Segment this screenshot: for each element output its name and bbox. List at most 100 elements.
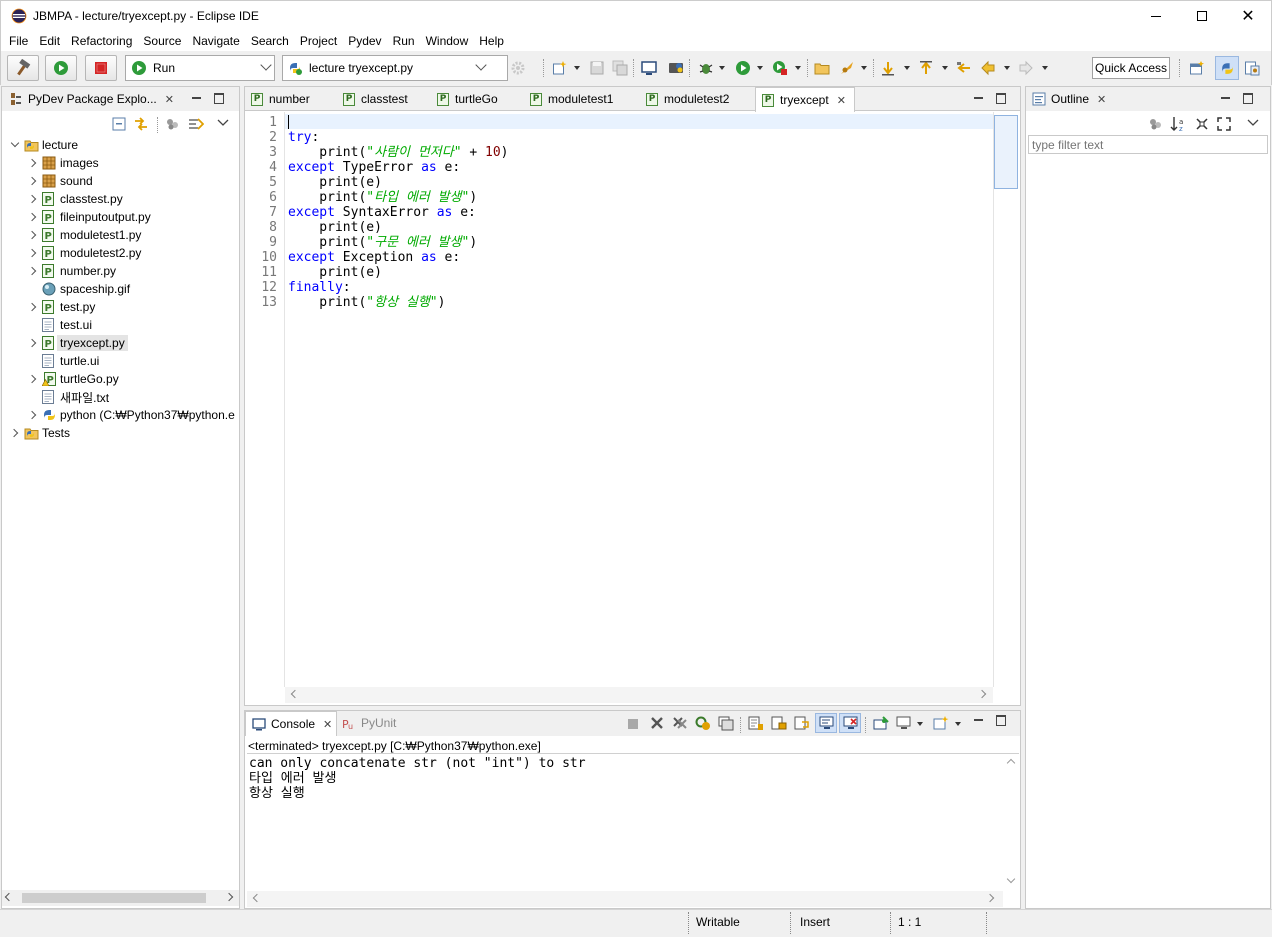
run-icon[interactable] xyxy=(735,60,751,76)
save-all-icon[interactable] xyxy=(612,60,628,76)
tree-item[interactable]: sound xyxy=(42,172,93,190)
quick-access-field[interactable]: Quick Access xyxy=(1092,57,1170,79)
tree-item[interactable]: turtle.ui xyxy=(42,352,99,370)
code-editor[interactable]: try: print("사람이 먼저다" + 10) except TypeErr… xyxy=(287,115,987,685)
menu-file[interactable]: File xyxy=(4,34,33,48)
focus-active-task-icon[interactable] xyxy=(1148,117,1164,131)
scroll-right-icon[interactable] xyxy=(985,893,995,903)
remove-launch-icon[interactable] xyxy=(650,716,664,730)
tab-pyunit[interactable]: Pu PyUnit xyxy=(342,711,396,735)
tree-item[interactable]: python (C:₩Python37₩python.e xyxy=(42,406,235,424)
scroll-lock-icon[interactable] xyxy=(771,716,787,731)
chevron-right-icon[interactable] xyxy=(27,194,37,204)
tree-item[interactable]: Ptryexcept.py xyxy=(42,334,128,352)
tree-item[interactable]: Tests xyxy=(24,424,70,442)
scroll-down-icon[interactable] xyxy=(1006,874,1016,884)
stop-launch-button[interactable] xyxy=(85,55,117,81)
menu-edit[interactable]: Edit xyxy=(34,34,65,48)
maximize-icon[interactable] xyxy=(991,92,1013,106)
maximize-icon[interactable] xyxy=(991,714,1013,728)
scroll-left-icon[interactable] xyxy=(290,689,300,699)
copy-console-icon[interactable] xyxy=(718,716,734,731)
close-icon[interactable]: ✕ xyxy=(165,93,174,106)
view-menu-icon[interactable] xyxy=(217,119,229,127)
tab-tryexcept[interactable]: Ptryexcept ✕ xyxy=(755,87,855,112)
launch-mode-combo[interactable]: Run xyxy=(125,55,275,81)
tab-moduletest2[interactable]: Pmoduletest2 xyxy=(646,87,729,111)
close-icon[interactable]: ✕ xyxy=(323,718,332,731)
open-folder-icon[interactable] xyxy=(814,60,830,76)
scrollbar-thumb[interactable] xyxy=(994,115,1018,189)
minimize-icon[interactable] xyxy=(1216,92,1238,106)
tree-item[interactable]: Pnumber.py xyxy=(42,262,116,280)
chevron-right-icon[interactable] xyxy=(27,176,37,186)
previous-annotation-icon[interactable] xyxy=(918,60,934,76)
chevron-right-icon[interactable] xyxy=(27,158,37,168)
minimize-icon[interactable] xyxy=(969,92,991,106)
display-selected-console-icon[interactable] xyxy=(896,716,912,731)
maximize-window-button[interactable] xyxy=(1179,1,1225,31)
tab-turtlego[interactable]: PturtleGo xyxy=(437,87,498,111)
tree-item[interactable]: Pmoduletest2.py xyxy=(42,244,141,262)
chevron-down-icon[interactable] xyxy=(10,138,20,148)
menu-search[interactable]: Search xyxy=(246,34,294,48)
tree-item[interactable]: 새파일.txt xyxy=(42,388,109,406)
scroll-up-icon[interactable] xyxy=(1006,758,1016,768)
scroll-right-icon[interactable] xyxy=(224,892,234,902)
java-perspective-icon[interactable] xyxy=(1244,60,1260,76)
scrollbar-thumb[interactable] xyxy=(22,893,206,903)
minimize-icon[interactable] xyxy=(969,714,991,728)
console-output[interactable]: can only concatenate str (not "int") to … xyxy=(249,756,999,886)
debug-icon[interactable] xyxy=(698,60,714,76)
chevron-right-icon[interactable] xyxy=(27,266,37,276)
chevron-right-icon[interactable] xyxy=(27,338,37,348)
chevron-right-icon[interactable] xyxy=(27,410,37,420)
chevron-right-icon[interactable] xyxy=(9,428,19,438)
menu-refactoring[interactable]: Refactoring xyxy=(66,34,137,48)
next-annotation-icon[interactable] xyxy=(880,60,896,76)
show-console-on-error-button[interactable] xyxy=(839,713,861,733)
launch-config-combo[interactable]: lecture tryexcept.py xyxy=(282,55,508,81)
chevron-right-icon[interactable] xyxy=(27,248,37,258)
view-menu-icon[interactable] xyxy=(1247,119,1259,127)
menu-navigate[interactable]: Navigate xyxy=(187,34,244,48)
maximize-icon[interactable] xyxy=(209,92,231,106)
tree-item[interactable]: Pfileinputoutput.py xyxy=(42,208,151,226)
pydev-perspective-button[interactable] xyxy=(1215,56,1239,80)
scroll-left-icon[interactable] xyxy=(252,893,262,903)
link-with-editor-icon[interactable] xyxy=(133,117,149,131)
console-horizontal-scrollbar[interactable] xyxy=(247,891,1003,907)
menu-project[interactable]: Project xyxy=(295,34,342,48)
tab-console[interactable]: Console ✕ xyxy=(245,711,337,736)
chevron-right-icon[interactable] xyxy=(27,302,37,312)
open-console-icon[interactable] xyxy=(933,716,949,731)
open-perspective-icon[interactable] xyxy=(1189,60,1205,76)
menu-source[interactable]: Source xyxy=(138,34,186,48)
new-wizard-icon[interactable] xyxy=(552,60,568,76)
sort-alphabetically-icon[interactable]: az xyxy=(1170,116,1188,132)
tree-item[interactable]: PturtleGo.py xyxy=(41,370,119,388)
tree-item[interactable]: Pclasstest.py xyxy=(42,190,123,208)
console-vertical-scrollbar[interactable] xyxy=(1003,754,1019,892)
expand-all-icon[interactable] xyxy=(1217,117,1231,131)
editor-vertical-scrollbar[interactable] xyxy=(993,112,1020,687)
menu-window[interactable]: Window xyxy=(421,34,474,48)
terminal-icon[interactable] xyxy=(641,60,657,76)
relaunch-icon[interactable] xyxy=(695,716,711,731)
save-icon[interactable] xyxy=(589,60,605,76)
minimize-window-button[interactable] xyxy=(1133,1,1179,31)
tree-item[interactable]: test.ui xyxy=(42,316,92,334)
clear-console-icon[interactable] xyxy=(748,716,764,731)
menu-pydev[interactable]: Pydev xyxy=(343,34,386,48)
editor-horizontal-scrollbar[interactable] xyxy=(285,687,993,703)
tree-item[interactable]: spaceship.gif xyxy=(42,280,130,298)
show-console-on-output-button[interactable] xyxy=(815,713,837,733)
tab-number[interactable]: Pnumber xyxy=(251,87,310,111)
tab-package-explorer[interactable]: PyDev Package Explo... ✕ xyxy=(10,87,174,111)
last-edit-location-icon[interactable] xyxy=(956,60,972,76)
outline-filter-input[interactable] xyxy=(1028,135,1268,154)
menu-help[interactable]: Help xyxy=(474,34,509,48)
scroll-right-icon[interactable] xyxy=(977,689,987,699)
explorer-horizontal-scrollbar[interactable] xyxy=(2,890,239,906)
word-wrap-icon[interactable] xyxy=(794,716,810,731)
